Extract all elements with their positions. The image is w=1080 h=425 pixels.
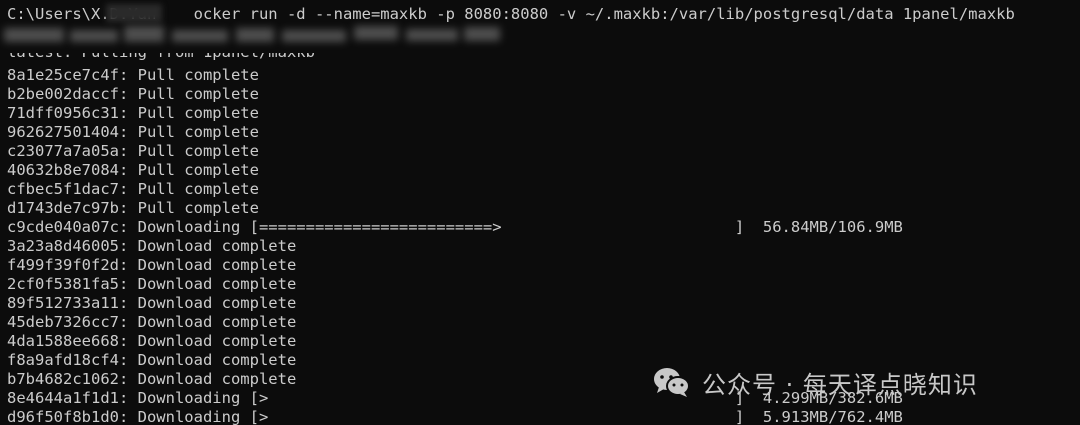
layer-line: d1743de7c97b: Pull complete — [7, 199, 259, 217]
layer-line: f499f39f0f2d: Download complete — [7, 256, 297, 274]
layer-line: c9cde040a07c: Downloading [=============… — [7, 218, 903, 236]
layer-line: 45deb7326cc7: Download complete — [7, 313, 297, 331]
wechat-icon — [654, 368, 690, 397]
layer-line: 3a23a8d46005: Download complete — [7, 237, 297, 255]
layer-line: 2cf0f5381fa5: Download complete — [7, 275, 297, 293]
watermark-text: 公众号 · 每天译点晓知识 — [702, 370, 978, 399]
layer-line: b7b4682c1062: Download complete — [7, 370, 297, 388]
layer-line: 89f512733a11: Download complete — [7, 294, 297, 312]
layer-line: 8a1e25ce7c4f: Pull complete — [7, 66, 259, 84]
layer-line: 962627501404: Pull complete — [7, 123, 259, 141]
watermark: 公众号 · 每天译点晓知识 — [652, 362, 978, 402]
layer-line: c23077a7a05a: Pull complete — [7, 142, 259, 160]
layer-line: 40632b8e7084: Pull complete — [7, 161, 259, 179]
terminal-window[interactable]: C:\Users\X.D.Yan ocker run -d --name=max… — [0, 0, 1080, 425]
layer-line: d96f50f8b1d0: Downloading [> ] 5.913MB/7… — [7, 408, 903, 425]
layer-line: 71dff0956c31: Pull complete — [7, 104, 259, 122]
layer-line: 4da1588ee668: Download complete — [7, 332, 297, 350]
layer-line: b2be002daccf: Pull complete — [7, 85, 259, 103]
layer-line: cfbec5f1dac7: Pull complete — [7, 180, 259, 198]
layer-line: f8a9afd18cf4: Download complete — [7, 351, 297, 369]
redacted-output — [0, 20, 520, 50]
